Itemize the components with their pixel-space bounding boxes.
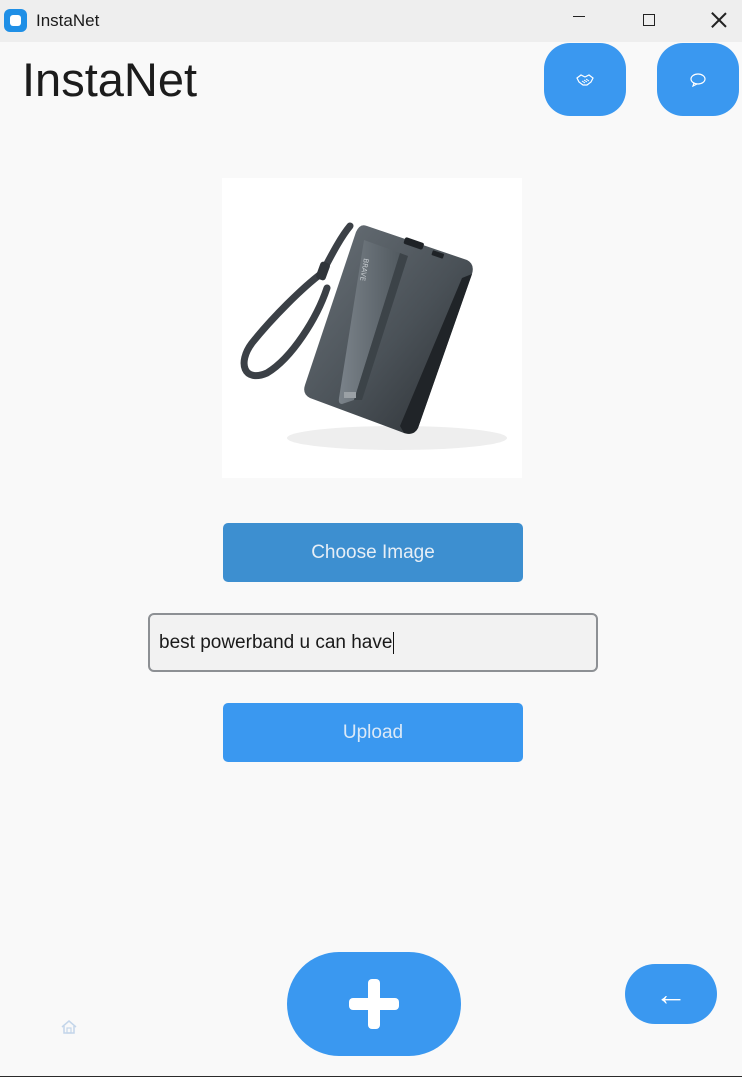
handshake-button[interactable]: [544, 43, 626, 116]
maximize-icon: [643, 14, 655, 26]
title-bar[interactable]: InstaNet: [0, 0, 742, 42]
minimize-button[interactable]: [556, 0, 602, 42]
caption-input-value: best powerband u can have: [159, 631, 393, 653]
back-button[interactable]: ←: [625, 964, 717, 1024]
minimize-icon: [573, 15, 585, 17]
add-post-button[interactable]: [287, 952, 461, 1056]
power-bank-image: BRAVE: [240, 222, 507, 450]
app-icon: [4, 9, 27, 32]
chat-bubble-icon: [690, 72, 706, 87]
upload-button[interactable]: Upload: [223, 703, 523, 762]
maximize-button[interactable]: [626, 0, 672, 42]
close-button[interactable]: [696, 0, 742, 42]
text-caret: [393, 631, 395, 654]
app-heading: InstaNet: [22, 53, 198, 106]
choose-image-button[interactable]: Choose Image: [223, 523, 523, 582]
chat-button[interactable]: [657, 43, 739, 116]
back-arrow-icon: ←: [655, 975, 687, 1012]
product-image: BRAVE: [222, 178, 522, 478]
window-title: InstaNet: [36, 11, 100, 30]
home-button[interactable]: [60, 1018, 78, 1036]
close-icon: [711, 12, 727, 28]
home-icon: [61, 1020, 77, 1034]
caption-input[interactable]: best powerband u can have: [148, 613, 598, 672]
handshake-icon: [576, 73, 594, 86]
app-window: InstaNet InstaNet BRAVE Choose Image bes…: [0, 0, 742, 1077]
